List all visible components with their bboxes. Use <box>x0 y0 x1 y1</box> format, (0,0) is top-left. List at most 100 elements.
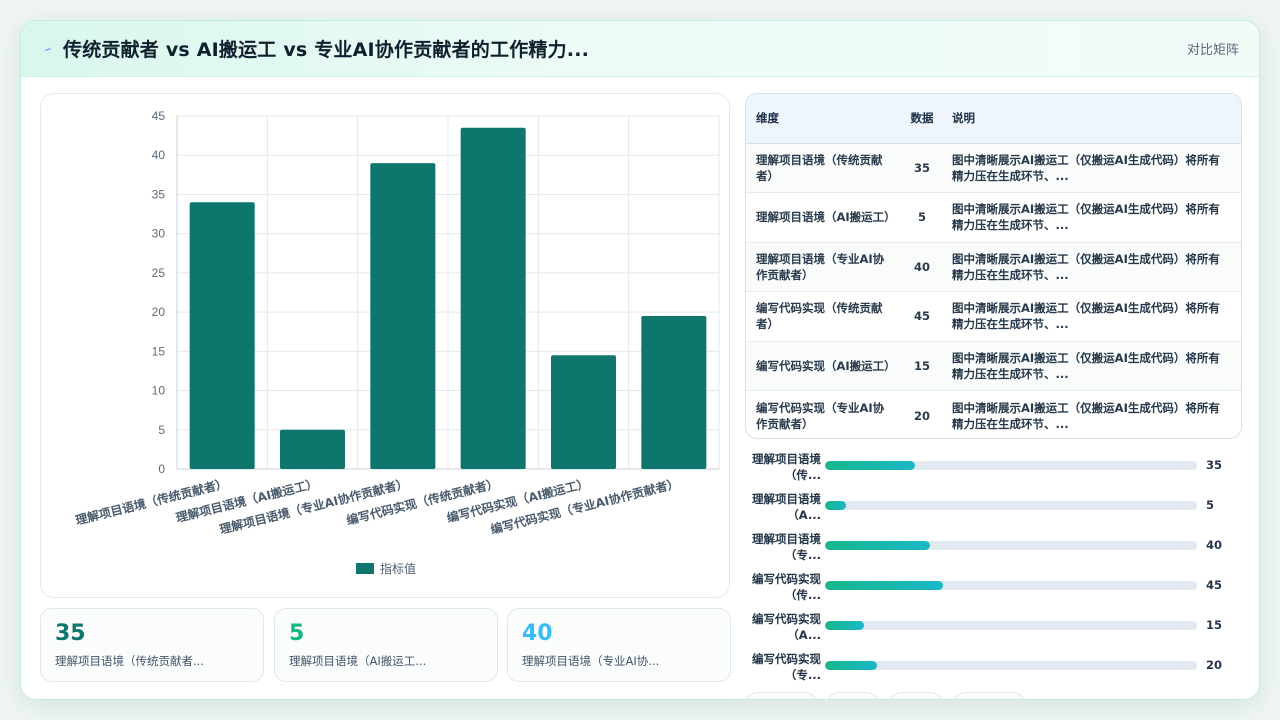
kpi-card: 5 理解项目语境（AI搬运工... <box>274 608 498 682</box>
progress-label: 理解项目语境（A... <box>752 492 821 522</box>
progress-value: 15 <box>1206 618 1223 632</box>
x-tick-label: 编写代码实现（传统贡献者） <box>344 475 500 528</box>
kpi-value: 40 <box>522 621 553 646</box>
cell-value: 20 <box>913 408 930 423</box>
cell-value: 35 <box>913 160 930 175</box>
bar-chart: 051015202530354045理解项目语境（传统贡献者）理解项目语境（AI… <box>74 109 720 576</box>
y-tick-label: 15 <box>152 344 166 358</box>
progress-value: 35 <box>1206 458 1223 472</box>
y-tick-label: 25 <box>152 266 166 280</box>
progress-track <box>825 541 1197 550</box>
table-row[interactable]: 理解项目语境（传统贡献者） 35 图中清晰展示AI搬运工（仅搬运AI生成代码）将… <box>746 143 1241 193</box>
title-wrap: 传统贡献者 vs AI搬运工 vs 专业AI协作贡献者的工作精力... <box>41 35 589 62</box>
cell-value: 40 <box>913 259 930 274</box>
progress-label: 编写代码实现（专... <box>752 652 821 682</box>
cell-dimension: 理解项目语境（传统贡献者） <box>756 152 883 183</box>
progress-track <box>825 461 1197 470</box>
progress-fill <box>825 501 846 510</box>
progress-label: 编写代码实现（传... <box>752 572 821 602</box>
kpi-label: 理解项目语境（传统贡献者... <box>55 654 204 668</box>
bar <box>550 355 617 469</box>
progress-value: 40 <box>1206 538 1223 552</box>
sparkle-icon <box>41 42 55 56</box>
table-row[interactable]: 编写代码实现（AI搬运工） 15 图中清晰展示AI搬运工（仅搬运AI生成代码）将… <box>746 341 1241 391</box>
progress-row: 理解项目语境（专... 40 <box>745 531 1245 565</box>
column-header-dimension[interactable]: 维度 <box>746 94 902 144</box>
page-title: 传统贡献者 vs AI搬运工 vs 专业AI协作贡献者的工作精力... <box>63 39 590 61</box>
column-header-data[interactable]: 数据 <box>902 94 942 144</box>
cell-dimension: 编写代码实现（AI搬运工） <box>756 358 896 373</box>
tag-chip[interactable] <box>953 692 1025 699</box>
bar-chart-panel: 0 5 10 15 20 25 30 35 40 45 理解项目语境（传统贡献者） 理解项目语境（AI… <box>40 93 730 598</box>
kpi-card: 35 理解项目语境（传统贡献者... <box>40 608 264 682</box>
progress-fill <box>825 541 930 550</box>
bar <box>460 127 526 469</box>
cell-description: 图中清晰展示AI搬运工（仅搬运AI生成代码）将所有精力压在生成环节、... <box>952 400 1220 431</box>
tag-chip[interactable] <box>827 692 879 699</box>
cell-description: 图中清晰展示AI搬运工（仅搬运AI生成代码）将所有精力压在生成环节、... <box>952 350 1220 381</box>
cell-description: 图中清晰展示AI搬运工（仅搬运AI生成代码）将所有精力压在生成环节、... <box>952 202 1220 233</box>
progress-fill <box>825 581 943 590</box>
progress-label: 理解项目语境（传... <box>752 452 821 482</box>
y-tick-label: 5 <box>158 423 165 437</box>
column-header-description[interactable]: 说明 <box>942 94 1241 144</box>
bar <box>370 163 436 470</box>
progress-value: 20 <box>1206 658 1223 672</box>
tag-chip[interactable] <box>889 692 943 699</box>
progress-track <box>825 501 1197 510</box>
legend-swatch <box>356 563 374 574</box>
cell-value: 15 <box>913 358 930 373</box>
x-tick-label: 理解项目语境（传统贡献者） <box>74 475 229 527</box>
progress-label: 理解项目语境（专... <box>752 532 821 562</box>
kpi-label: 理解项目语境（专业AI协... <box>522 654 660 668</box>
kpi-label: 理解项目语境（AI搬运工... <box>289 654 427 668</box>
progress-fill <box>825 661 878 670</box>
progress-track <box>825 621 1197 630</box>
progress-fill <box>825 621 865 630</box>
bar <box>189 202 255 469</box>
kpi-value: 5 <box>289 621 305 646</box>
cell-dimension: 理解项目语境（专业AI协作贡献者） <box>756 251 885 282</box>
table-header-row: 维度 数据 说明 <box>746 94 1241 144</box>
cell-dimension: 编写代码实现（传统贡献者） <box>756 301 883 332</box>
cell-description: 图中清晰展示AI搬运工（仅搬运AI生成代码）将所有精力压在生成环节、... <box>952 301 1220 332</box>
header: 传统贡献者 vs AI搬运工 vs 专业AI协作贡献者的工作精力... 对比矩阵 <box>21 21 1259 77</box>
y-tick-label: 20 <box>152 305 166 319</box>
bar <box>641 316 707 469</box>
legend-label: 指标值 <box>380 561 416 576</box>
y-tick-label: 45 <box>152 109 166 123</box>
cell-value: 45 <box>913 309 930 324</box>
bar <box>279 429 346 469</box>
data-table: 维度 数据 说明 理解项目语境（传统贡献者） 35 图中清晰展示AI搬运工（仅搬… <box>746 94 1241 439</box>
cell-dimension: 理解项目语境（AI搬运工） <box>756 210 896 225</box>
y-tick-label: 35 <box>152 187 166 201</box>
dashboard-card: 传统贡献者 vs AI搬运工 vs 专业AI协作贡献者的工作精力... 对比矩阵… <box>20 20 1260 700</box>
tag-chip[interactable] <box>745 692 817 699</box>
progress-track <box>825 581 1197 590</box>
table-row[interactable]: 编写代码实现（专业AI协作贡献者） 20 图中清晰展示AI搬运工（仅搬运AI生成… <box>746 390 1241 439</box>
kpi-card: 40 理解项目语境（专业AI协... <box>507 608 731 682</box>
progress-row: 编写代码实现（专... 20 <box>745 651 1245 685</box>
table-row[interactable]: 编写代码实现（传统贡献者） 45 图中清晰展示AI搬运工（仅搬运AI生成代码）将… <box>746 291 1241 342</box>
progress-track <box>825 661 1197 670</box>
progress-row: 理解项目语境（传... 35 <box>745 451 1245 485</box>
progress-row: 理解项目语境（A... 5 <box>745 491 1245 525</box>
cell-dimension: 编写代码实现（专业AI协作贡献者） <box>756 400 885 431</box>
progress-value: 5 <box>1206 498 1215 512</box>
progress-row: 编写代码实现（A... 15 <box>745 611 1245 645</box>
view-badge[interactable]: 对比矩阵 <box>1187 39 1239 58</box>
cell-value: 5 <box>917 210 926 225</box>
progress-fill <box>825 461 916 470</box>
progress-value: 45 <box>1206 578 1223 592</box>
cell-description: 图中清晰展示AI搬运工（仅搬运AI生成代码）将所有精力压在生成环节、... <box>952 152 1220 183</box>
y-tick-label: 10 <box>152 384 166 398</box>
cell-description: 图中清晰展示AI搬运工（仅搬运AI生成代码）将所有精力压在生成环节、... <box>952 251 1220 282</box>
table-row[interactable]: 理解项目语境（专业AI协作贡献者） 40 图中清晰展示AI搬运工（仅搬运AI生成… <box>746 242 1241 292</box>
y-tick-label: 0 <box>158 462 165 476</box>
data-table-panel: 维度 数据 说明 理解项目语境（传统贡献者） 35 图中清晰展示AI搬运工（仅搬… <box>745 93 1242 439</box>
table-row[interactable]: 理解项目语境（AI搬运工） 5 图中清晰展示AI搬运工（仅搬运AI生成代码）将所… <box>746 192 1241 243</box>
progress-label: 编写代码实现（A... <box>752 612 821 642</box>
progress-row: 编写代码实现（传... 45 <box>745 571 1245 605</box>
y-tick-label: 30 <box>152 227 166 241</box>
kpi-value: 35 <box>55 621 86 646</box>
